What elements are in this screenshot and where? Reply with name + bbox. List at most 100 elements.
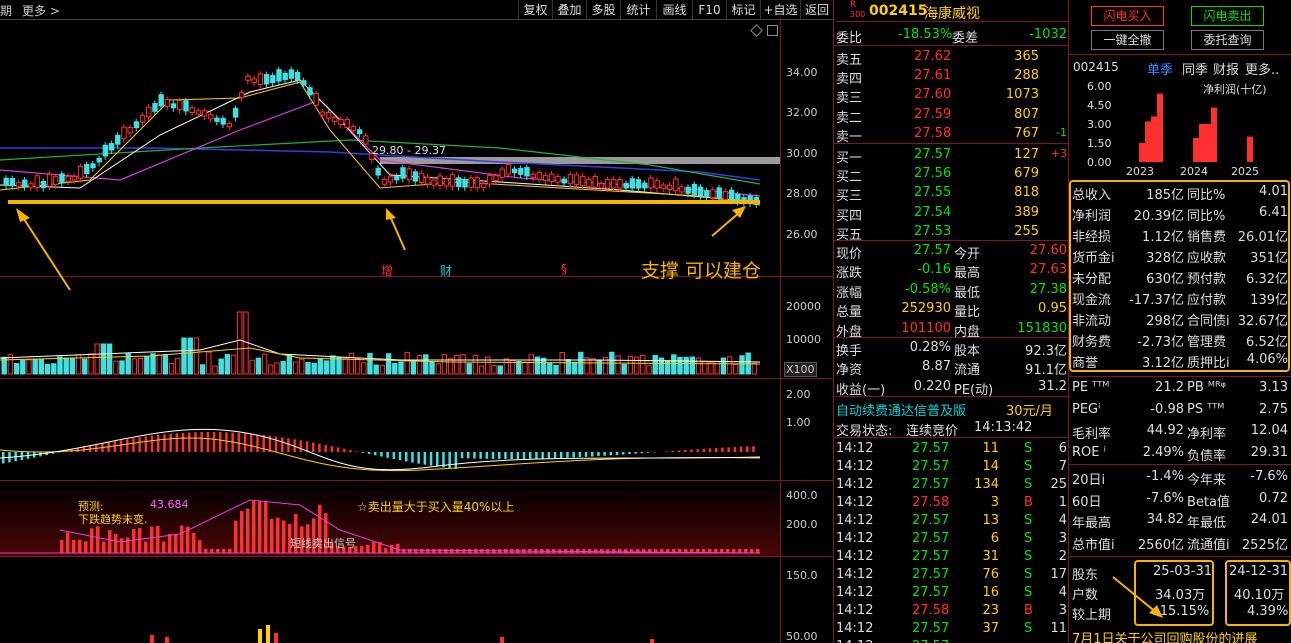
order-query-button[interactable]: 委托查询 [1191,30,1264,50]
indicator-bar [114,534,118,553]
add-watchlist-button[interactable]: +自选 [760,0,800,20]
quote-stat-row: 换手 0.28% 股本 92.3亿 [834,339,1069,359]
net-profit-chart[interactable] [1119,86,1289,164]
stat-value: 151830 [1017,320,1067,336]
candle [350,126,357,132]
indicator-bar [132,529,136,553]
volume-bar [88,353,94,375]
candle [319,111,326,116]
macd-axis-tick: 1.00 [786,416,811,429]
order-book-row[interactable]: 卖一 27.58 767 -1 [834,125,1069,145]
volume-bar [410,361,417,375]
indicator-bar [60,539,64,553]
multi-stock-button[interactable]: 多股 [586,0,620,20]
order-book-row[interactable]: 买四 27.54 389 [834,204,1069,224]
candle [456,177,462,188]
indicator-bar [624,549,628,553]
order-book-row[interactable]: 买二 27.56 679 [834,165,1069,185]
macd-bar [225,432,228,452]
indicator-bar [650,639,654,643]
marker-cai[interactable]: 财 [440,262,452,279]
flash-buy-button[interactable]: 闪电买入 [1091,6,1164,26]
order-book-row[interactable]: 买五 27.53 255 [834,223,1069,243]
candle [232,108,239,118]
profit-bar [1145,121,1151,162]
stat-label: 涨幅 [836,285,863,301]
stat-value: -0.58% [905,281,951,297]
order-book-row[interactable]: 卖二 27.59 807 [834,106,1069,126]
candle [474,177,481,189]
order-book-row[interactable]: 卖四 27.61 288 [834,67,1069,87]
tab-more[interactable]: 更多.. [1245,59,1279,78]
marker-section[interactable]: § [561,262,567,276]
fin-label: PE ᵀᵀᴹ [1072,380,1110,395]
weibi-label: 委比 [836,31,863,46]
volume-bar [398,361,404,375]
tab-report[interactable]: 财报 [1213,59,1239,78]
fin-label: 同比% [1187,188,1226,203]
mark-button[interactable]: 标记 [726,0,760,20]
candlesticks [3,66,760,208]
subscription-ad[interactable]: 自动续费通达信普及版 30元/月 [834,399,1069,419]
volume-bar [416,354,423,375]
candle [728,189,735,201]
profit-bar [1157,93,1163,162]
holders-count: 40.10万 [1234,588,1285,603]
candle [53,176,59,186]
fin-label: 质押比i [1187,356,1230,371]
indicator-bar [66,532,70,553]
order-book-row[interactable]: 买三 27.55 818 [834,184,1069,205]
tab-single-quarter[interactable]: 单季 [1147,59,1173,78]
volume-bar [503,358,510,375]
quote-stat-row: 总量 252930 量比 0.95 [834,300,1069,320]
order-book-row[interactable]: 买一 27.57 127 +3 [834,146,1069,166]
book-label: 买三 [836,189,863,205]
fin-value: 6.41 [1259,205,1288,220]
finance-row: 年最高 34.82 年最低 24.01 [1069,510,1291,531]
macd-bar [243,433,247,452]
indicator-bar [216,549,220,553]
flash-sell-button[interactable]: 闪电卖出 [1191,6,1264,26]
marker-zeng[interactable]: 增 [381,262,393,279]
book-volume: 767 [1014,125,1039,141]
stats-button[interactable]: 统计 [620,0,656,20]
indicator-bar [426,549,430,553]
candle [34,175,40,189]
tab-same-quarter[interactable]: 同季 [1182,59,1208,78]
candle [263,74,270,85]
stock-name[interactable]: 海康威视 [924,3,980,23]
overlay-button[interactable]: 叠加 [552,0,586,20]
cancel-all-button[interactable]: 一键全撤 [1091,30,1164,50]
tick-count: 7 [1058,459,1067,474]
order-book-row[interactable]: 卖五 27.62 365 [834,48,1069,68]
f10-button[interactable]: F10 [692,0,726,20]
kline-chart[interactable] [0,20,780,643]
order-book-row[interactable]: 卖三 27.60 1073 [834,86,1069,106]
candle [673,178,679,192]
stock-code[interactable]: 002415 [869,3,927,19]
tick-time: 14:12 [836,495,874,510]
more-menu[interactable]: 更多 > [22,2,60,19]
fin-label: 应收款 [1187,251,1227,266]
draw-line-button[interactable]: 画线 [656,0,692,20]
macd-bar [684,450,687,452]
candle [400,167,406,179]
fin-value: 29.31 [1250,444,1288,460]
candle [375,167,381,176]
back-button[interactable]: 返回 [800,0,833,20]
candle [183,100,189,112]
book-price: 27.54 [914,204,952,220]
rating-number: 300 [850,10,866,19]
fin-label: 同比% [1187,209,1226,224]
fuquan-button[interactable]: 复权 [518,0,552,20]
candle [648,177,654,189]
candle [567,174,574,185]
book-change: +3 [1050,147,1067,160]
news-link[interactable]: 7月1日关于公司回购股份的进展 [1072,628,1258,643]
indicator-bar [282,520,286,553]
period-label[interactable]: 期 [0,2,12,19]
macd-bar [671,450,675,452]
indicator-bar [138,528,142,553]
holders-date: 24-12-31 [1229,564,1289,579]
volume-axis-tick: 10000 [786,333,821,346]
